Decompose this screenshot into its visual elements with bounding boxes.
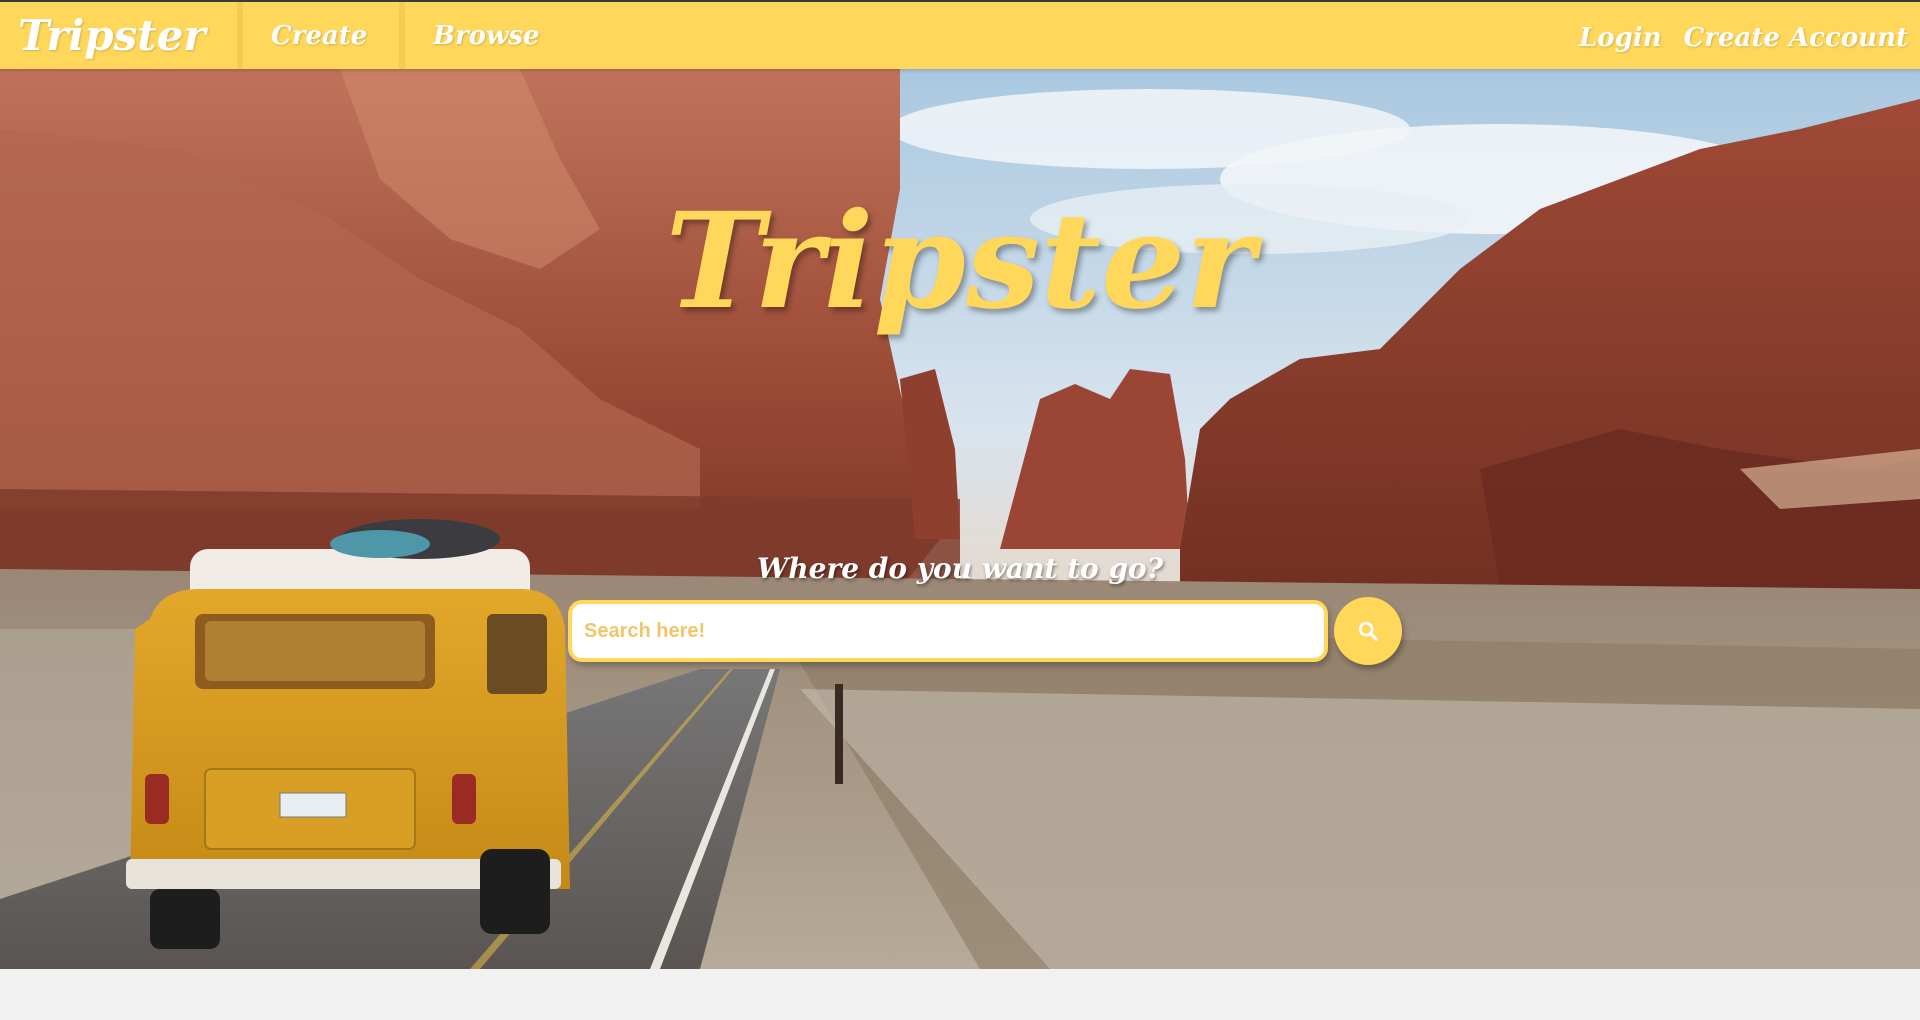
hero-title: Tripster: [665, 184, 1255, 339]
login-link[interactable]: Login: [1579, 23, 1662, 53]
hero-subtitle: Where do you want to go?: [756, 552, 1164, 585]
auth-links: Login Create Account: [1579, 2, 1920, 69]
search-input[interactable]: [568, 600, 1328, 662]
nav-browse-link[interactable]: Browse: [405, 2, 568, 69]
top-navbar: Tripster Create Browse Login Create Acco…: [0, 0, 1920, 69]
search-button[interactable]: [1334, 597, 1402, 665]
search-icon: [1358, 621, 1378, 641]
brand-logo[interactable]: Tripster: [0, 2, 237, 69]
hero-section: Tripster Where do you want to go?: [0, 69, 1920, 969]
nav-create-link[interactable]: Create: [243, 2, 399, 69]
create-account-link[interactable]: Create Account: [1684, 23, 1908, 53]
